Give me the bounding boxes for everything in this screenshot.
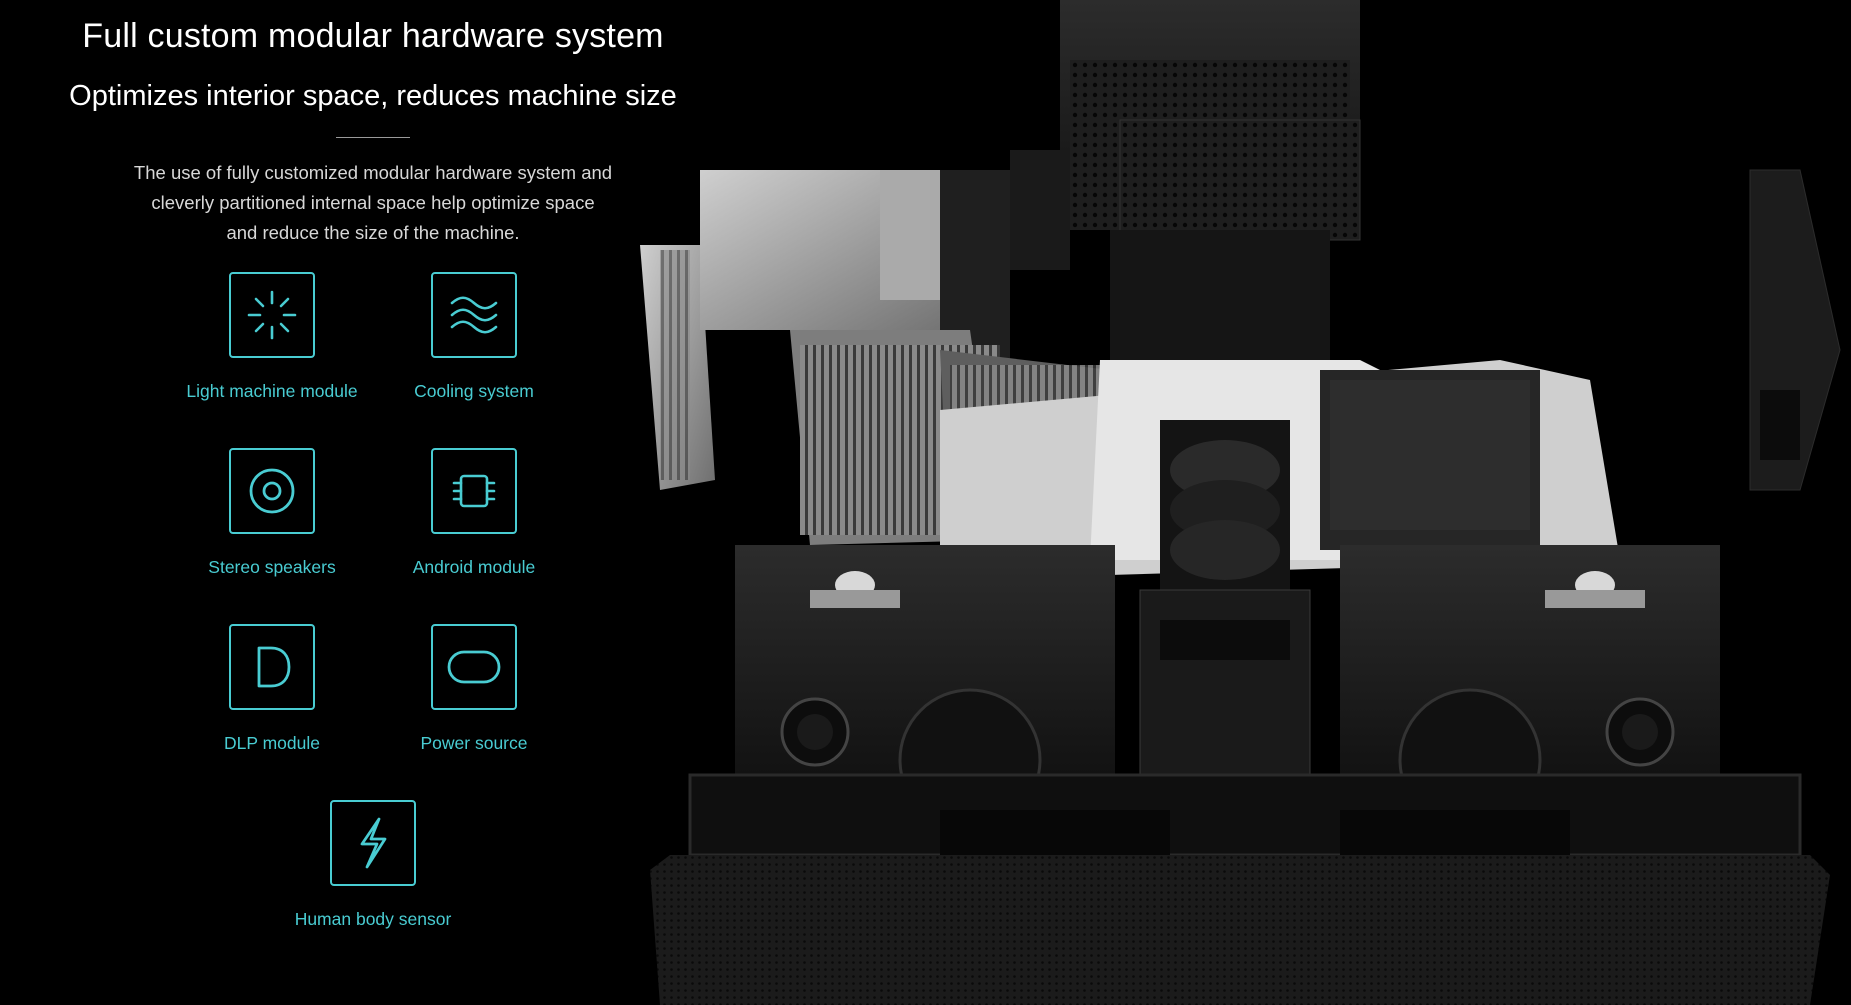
feature-stereo-speakers: Stereo speakers	[172, 448, 372, 578]
feature-label: Cooling system	[414, 381, 534, 401]
feature-label: Light machine module	[186, 381, 358, 401]
speaker-icon	[229, 448, 315, 534]
letter-d-icon	[229, 624, 315, 710]
lightning-icon	[330, 800, 416, 886]
waves-icon	[431, 272, 517, 358]
feature-label: DLP module	[224, 733, 320, 753]
exploded-projector-image	[640, 0, 1851, 1005]
description-line: and reduce the size of the machine.	[226, 222, 520, 243]
feature-label: Human body sensor	[294, 909, 452, 929]
description-line: cleverly partitioned internal space help…	[151, 192, 595, 213]
page: Full custom modular hardware system Opti…	[0, 0, 1851, 1005]
title-divider	[336, 137, 410, 138]
feature-panel: Full custom modular hardware system Opti…	[0, 0, 746, 1005]
feature-label: Android module	[412, 557, 536, 577]
page-title: Full custom modular hardware system	[82, 17, 664, 55]
feature-label: Stereo speakers	[208, 557, 336, 577]
light-burst-icon	[229, 272, 315, 358]
description-text: The use of fully customized modular hard…	[100, 158, 646, 248]
page-subtitle: Optimizes interior space, reduces machin…	[69, 80, 677, 112]
chip-icon	[431, 448, 517, 534]
feature-android-module: Android module	[374, 448, 574, 578]
description-line: The use of fully customized modular hard…	[133, 162, 613, 183]
feature-power-source: Power source	[374, 624, 574, 754]
feature-human-body-sensor: Human body sensor	[273, 800, 473, 930]
feature-light-machine-module: Light machine module	[172, 272, 372, 402]
pill-icon	[431, 624, 517, 710]
feature-dlp-module: DLP module	[172, 624, 372, 754]
feature-label: Power source	[420, 733, 528, 753]
feature-cooling-system: Cooling system	[374, 272, 574, 402]
